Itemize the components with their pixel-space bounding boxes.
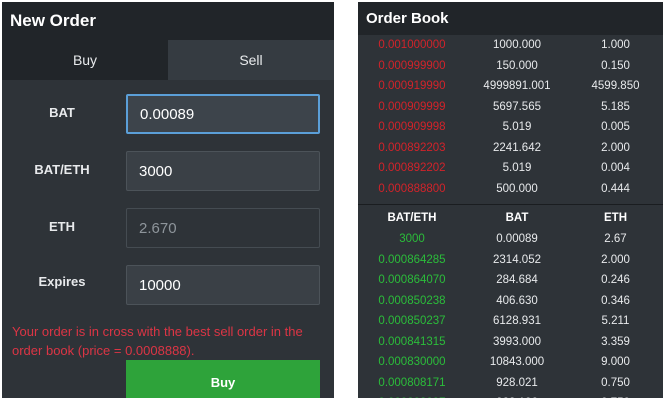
buy-order-amount: 284.684 — [496, 274, 538, 287]
buy-order-price: 0.000808171 — [378, 376, 446, 389]
tab-sell[interactable]: Sell — [168, 40, 334, 80]
buy-order-price: 0.000850237 — [378, 315, 446, 328]
current-order-total: 2.67 — [604, 233, 627, 246]
new-order-panel: New Order Buy Sell BAT BAT/ETH ETH Expir… — [2, 2, 334, 398]
current-order-price: 3000 — [399, 233, 425, 246]
price-label: BAT/ETH — [34, 162, 90, 177]
sell-order-price: 0.001000000 — [378, 39, 446, 52]
eth-total-label: ETH — [49, 219, 75, 234]
sell-order-row[interactable]: 0.001000000 1000.000 1.000 — [358, 35, 663, 56]
eth-total-row: ETH — [2, 208, 334, 248]
price-row: BAT/ETH — [2, 151, 334, 191]
sell-order-total: 2.000 — [601, 141, 630, 154]
tab-buy[interactable]: Buy — [2, 40, 168, 80]
buy-order-amount: 2314.052 — [493, 253, 541, 266]
bat-amount-row: BAT — [2, 94, 334, 134]
new-order-title: New Order — [2, 2, 334, 40]
sell-order-row[interactable]: 0.000909998 5.019 0.005 — [358, 117, 663, 138]
buy-order-total: 0.346 — [601, 294, 630, 307]
current-order-amount: 0.00089 — [496, 233, 538, 246]
sell-order-total: 4599.850 — [591, 80, 640, 93]
sell-order-amount: 500.000 — [496, 182, 538, 195]
expires-row: Expires — [2, 265, 334, 305]
buy-order-price: 0.000808097 — [358, 393, 466, 398]
sell-order-amount: 2241.642 — [493, 141, 541, 154]
buy-order-price: 0.000830000 — [378, 356, 446, 369]
buy-order-total: 0.750 — [601, 376, 630, 389]
sell-order-row[interactable]: 0.000999900 150.000 0.150 — [358, 56, 663, 77]
sell-order-price: 0.000909998 — [378, 121, 446, 134]
column-header-price: BAT/ETH — [387, 212, 437, 224]
current-order-row[interactable]: 3000 0.00089 2.67 — [358, 229, 663, 250]
buy-order-amount: 928.106 — [466, 393, 568, 398]
sell-order-total: 0.150 — [601, 59, 630, 72]
expires-input[interactable] — [126, 265, 320, 305]
sell-order-price: 0.000892203 — [378, 141, 446, 154]
sell-order-amount: 5.019 — [502, 162, 532, 175]
price-input[interactable] — [126, 151, 320, 191]
buy-order-row[interactable]: 0.000808097928.1060.750 — [358, 393, 663, 398]
buy-order-price: 0.000864285 — [378, 253, 446, 266]
sell-order-amount: 5697.565 — [493, 100, 541, 113]
sell-order-row[interactable]: 0.000919990 4999891.001 4599.850 — [358, 76, 663, 97]
order-book-table: 0.001000000 1000.000 1.000 0.000999900 150.0… — [358, 35, 663, 398]
buy-order-price: 0.000850238 — [378, 294, 446, 307]
buy-order-total: 3.359 — [601, 335, 630, 348]
order-book-panel: Order Book 0.001000000 1000.000 1.000 0.000… — [358, 2, 663, 398]
sell-order-price: 0.000919990 — [378, 80, 446, 93]
sell-order-total: 1.000 — [601, 39, 630, 52]
buy-order-total: 9.000 — [601, 356, 630, 369]
buy-order-total: 5.211 — [601, 315, 630, 328]
cross-order-error: Your order is in cross with the best sel… — [12, 324, 303, 358]
sell-order-amount: 150.000 — [496, 59, 538, 72]
buy-order-total: 2.000 — [601, 253, 630, 266]
buy-order-row[interactable]: 0.000808171 928.021 0.750 — [358, 373, 663, 394]
buy-order-row[interactable]: 0.000850237 6128.931 5.211 — [358, 311, 663, 332]
buy-button[interactable]: Buy — [126, 360, 320, 398]
column-header-amount: BAT — [505, 212, 529, 224]
buy-order-row[interactable]: 0.000841315 3993.000 3.359 — [358, 332, 663, 353]
buy-order-price: 0.000841315 — [378, 335, 446, 348]
bat-amount-label: BAT — [49, 105, 75, 120]
buy-order-amount: 10843.000 — [489, 356, 545, 369]
buy-order-amount: 3993.000 — [493, 335, 541, 348]
order-book-title: Order Book — [358, 2, 663, 35]
buy-order-amount: 6128.931 — [493, 315, 541, 328]
buy-order-row[interactable]: 0.000830000 10843.000 9.000 — [358, 352, 663, 373]
sell-order-amount: 5.019 — [502, 121, 532, 134]
sell-order-row[interactable]: 0.000892202 5.019 0.004 — [358, 158, 663, 179]
sell-order-amount: 1000.000 — [493, 39, 541, 52]
bat-amount-input[interactable] — [126, 94, 320, 134]
buy-orders: 0.000864285 2314.052 2.000 0.000864070 284.6… — [358, 250, 663, 398]
sell-orders: 0.001000000 1000.000 1.000 0.000999900 150.0… — [358, 35, 663, 199]
sell-order-price: 0.000888800 — [378, 182, 446, 195]
buy-order-row[interactable]: 0.000864070 284.684 0.246 — [358, 270, 663, 291]
buy-order-amount: 928.021 — [496, 376, 538, 389]
buy-order-total: 0.750 — [568, 393, 663, 398]
buy-order-row[interactable]: 0.000864285 2314.052 2.000 — [358, 250, 663, 271]
eth-total-input — [126, 208, 320, 248]
sell-order-total: 0.005 — [601, 121, 630, 134]
expires-label: Expires — [38, 274, 86, 289]
sell-order-amount: 4999891.001 — [483, 80, 551, 93]
buy-order-total: 0.246 — [601, 274, 630, 287]
sell-order-price: 0.000909999 — [378, 100, 446, 113]
order-book-column-headers: BAT/ETH BAT ETH — [358, 207, 663, 229]
sell-order-price: 0.000892202 — [378, 162, 446, 175]
order-book-divider: BAT/ETH BAT ETH 3000 0.00089 2.67 — [358, 199, 663, 250]
buy-order-price: 0.000864070 — [378, 274, 446, 287]
sell-order-total: 5.185 — [601, 100, 630, 113]
sell-order-row[interactable]: 0.000888800 500.000 0.444 — [358, 179, 663, 200]
column-header-total: ETH — [604, 212, 627, 224]
order-side-tabs: Buy Sell — [2, 40, 334, 80]
sell-order-row[interactable]: 0.000909999 5697.565 5.185 — [358, 97, 663, 118]
sell-order-price: 0.000999900 — [378, 59, 446, 72]
buy-order-amount: 406.630 — [496, 294, 538, 307]
sell-order-total: 0.444 — [601, 182, 630, 195]
sell-order-row[interactable]: 0.000892203 2241.642 2.000 — [358, 138, 663, 159]
sell-order-total: 0.004 — [601, 162, 630, 175]
buy-order-row[interactable]: 0.000850238 406.630 0.346 — [358, 291, 663, 312]
